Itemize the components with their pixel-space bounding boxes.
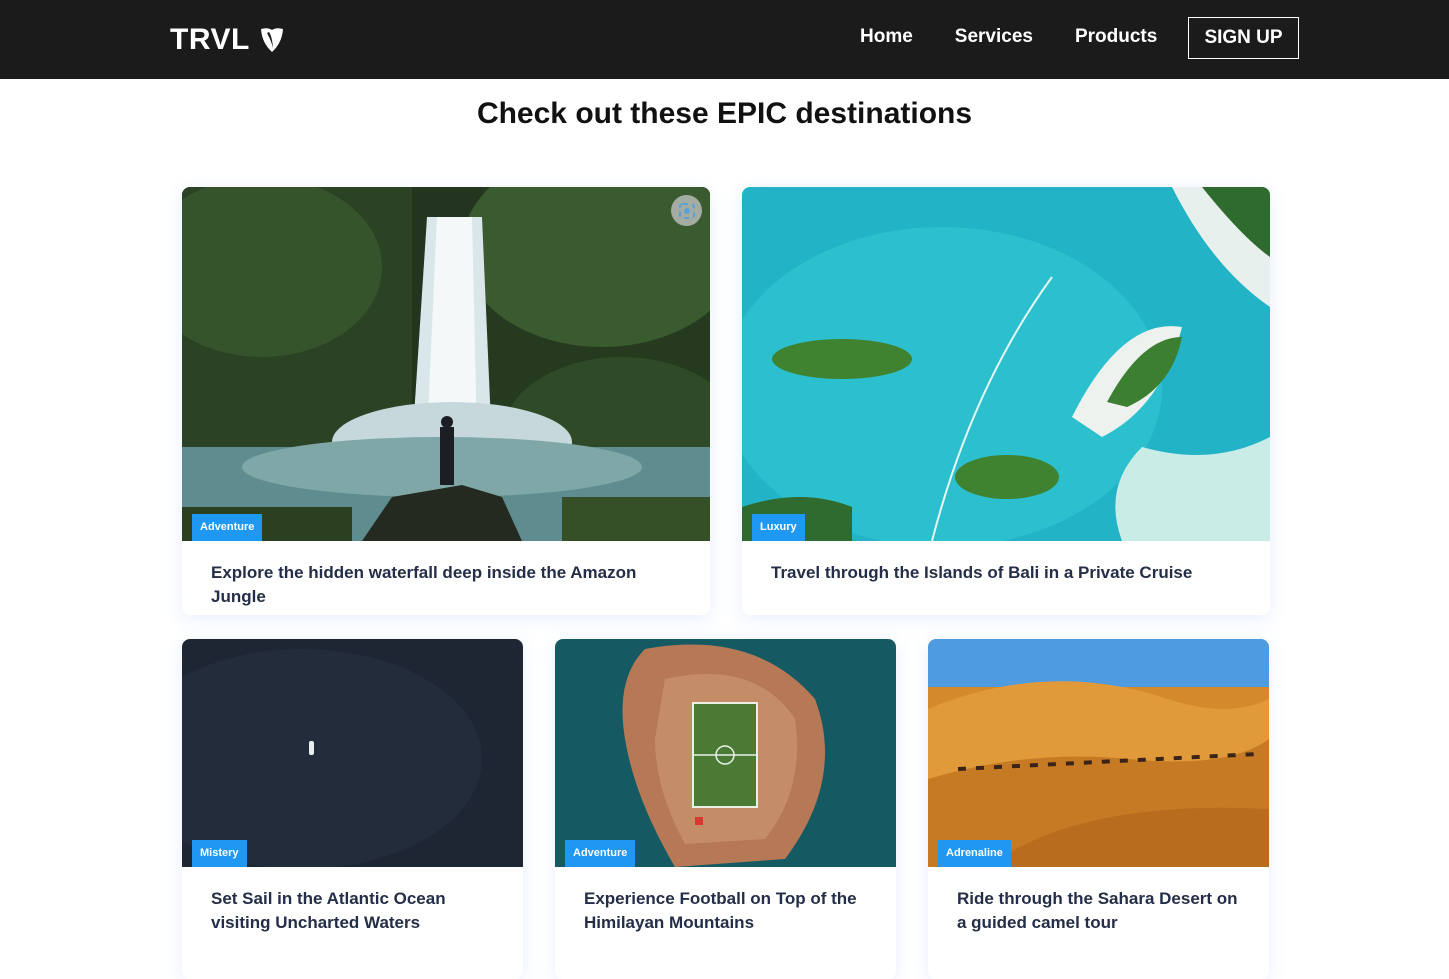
category-tag: Mistery (192, 840, 247, 867)
card-image-football: Adventure (555, 639, 896, 867)
typo3-shield-icon (260, 28, 283, 52)
nav-home[interactable]: Home (860, 26, 913, 48)
category-tag: Adventure (192, 514, 263, 541)
nav-services[interactable]: Services (955, 26, 1033, 48)
card-title: Experience Football on Top of the Himila… (584, 889, 857, 932)
card-image-bali: Luxury (742, 187, 1270, 541)
nav-products[interactable]: Products (1075, 26, 1157, 48)
category-tag: Luxury (752, 514, 805, 541)
destination-card-waterfall[interactable]: Adventure Explore the hidden waterfall d… (182, 187, 710, 615)
destination-card-sahara[interactable]: Adrenaline Ride through the Sahara Deser… (928, 639, 1269, 979)
card-title: Ride through the Sahara Desert on a guid… (957, 889, 1238, 932)
page-heading: Check out these EPIC destinations (476, 97, 973, 130)
category-tag: Adventure (565, 840, 636, 867)
destination-card-football[interactable]: Adventure Experience Football on Top of … (555, 639, 896, 979)
brand-name: TRVL (170, 23, 250, 56)
category-tag: Adrenaline (938, 840, 1011, 867)
lens-search-icon[interactable] (671, 195, 702, 226)
card-title: Explore the hidden waterfall deep inside… (211, 563, 637, 606)
nav-links: Home Services Products (860, 26, 1157, 48)
card-image-waterfall: Adventure (182, 187, 710, 541)
card-image-sahara: Adrenaline (928, 639, 1269, 867)
destination-card-bali[interactable]: Luxury Travel through the Islands of Bal… (742, 187, 1270, 615)
navbar: TRVL Home Services Products SIGN UP (0, 0, 1449, 79)
card-image-atlantic: Mistery (182, 639, 523, 867)
card-title: Travel through the Islands of Bali in a … (771, 563, 1193, 582)
destination-card-atlantic[interactable]: Mistery Set Sail in the Atlantic Ocean v… (182, 639, 523, 979)
signup-button[interactable]: SIGN UP (1188, 17, 1299, 59)
brand-logo[interactable]: TRVL (170, 20, 286, 60)
card-title: Set Sail in the Atlantic Ocean visiting … (211, 889, 446, 932)
